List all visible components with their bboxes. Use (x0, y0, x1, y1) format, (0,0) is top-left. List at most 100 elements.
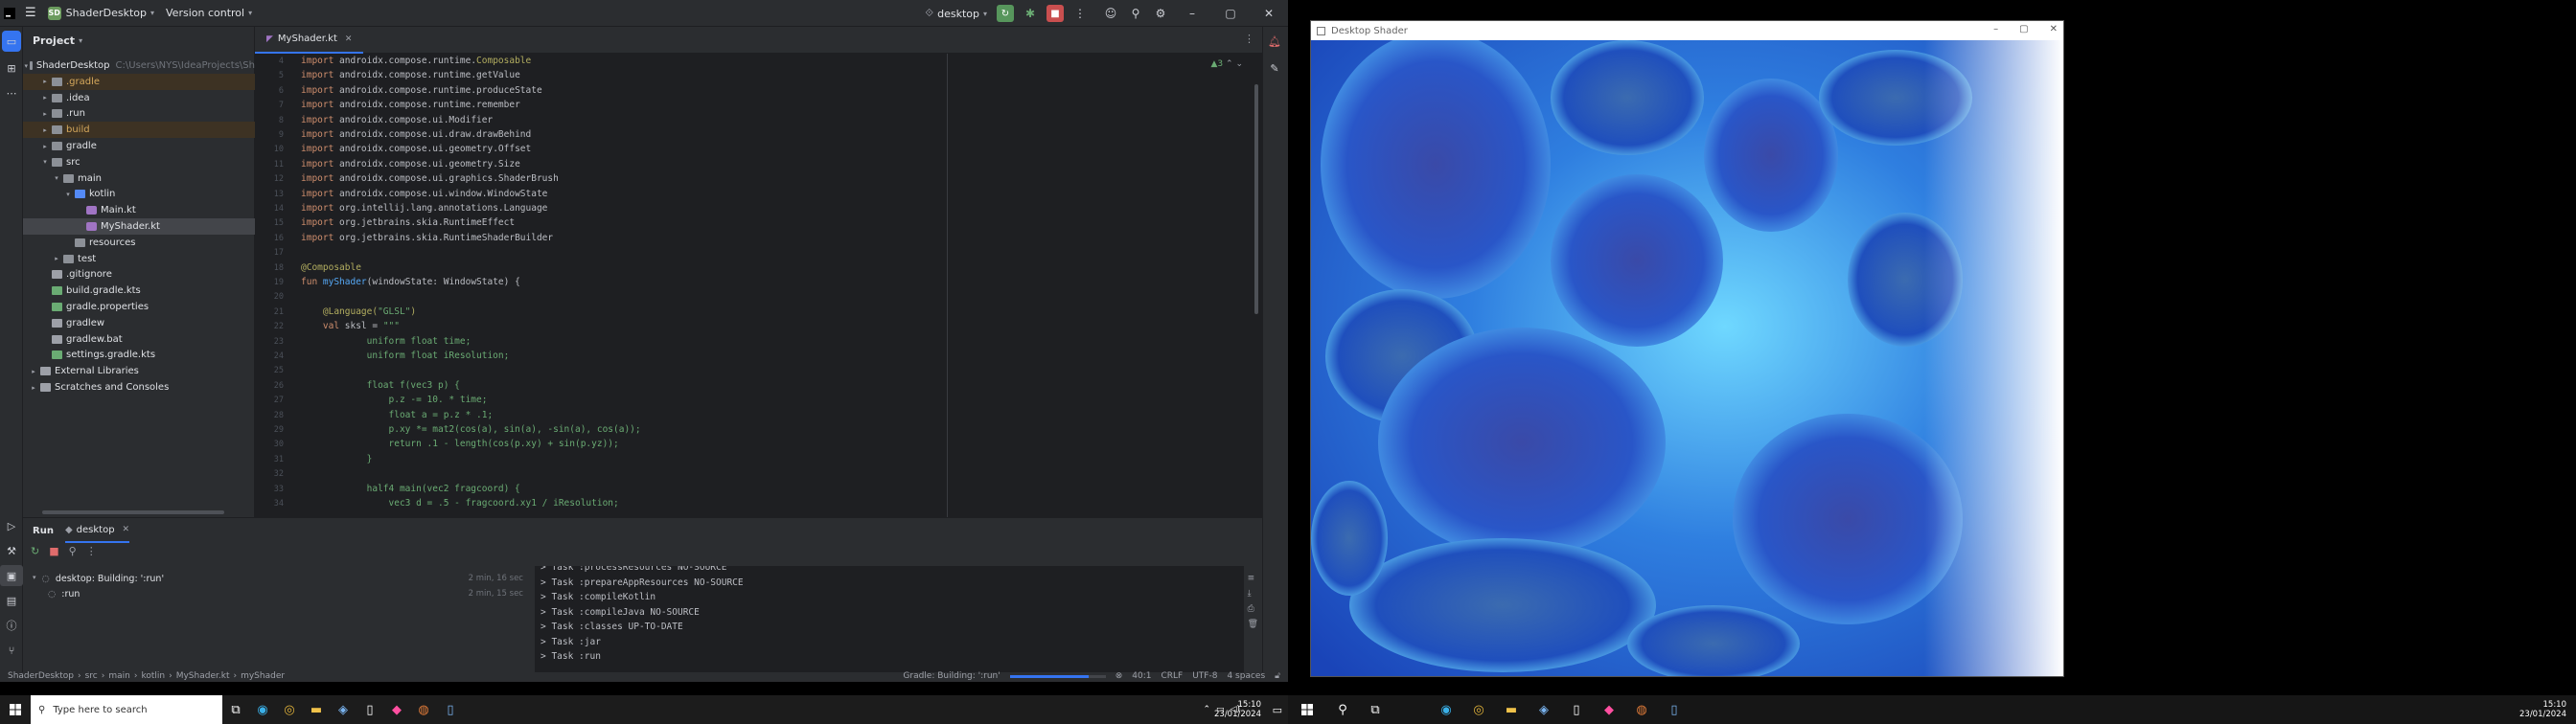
vertical-scrollbar[interactable] (1254, 84, 1258, 314)
debug-icon[interactable]: ✱ (1018, 0, 1043, 27)
close-icon[interactable]: ✕ (1250, 0, 1288, 27)
line-number[interactable]: 11 (274, 160, 284, 170)
wrap-icon[interactable]: ≡ (1248, 574, 1258, 583)
clock-left[interactable]: 15:10 23/01/2024 (1214, 695, 1261, 724)
run-tree-root[interactable]: ▾ ◌ desktop: Building: ':run' (33, 574, 164, 584)
chevron-right-icon[interactable]: ▸ (29, 384, 38, 392)
tray-chevron-icon[interactable]: ⌃ (1204, 705, 1211, 714)
more-actions-icon[interactable]: ⋮ (1068, 0, 1092, 27)
line-number[interactable]: 9 (279, 130, 284, 140)
line-number[interactable]: 31 (274, 455, 284, 464)
tree-item[interactable]: MyShader.kt (23, 218, 255, 235)
shader-canvas[interactable] (1311, 40, 2063, 676)
store-icon[interactable]: ◈ (1528, 696, 1560, 723)
tree-item[interactable]: .gitignore (23, 266, 255, 283)
java-app-icon[interactable]: ◍ (1625, 696, 1658, 723)
more-icon[interactable]: ⋮ (86, 545, 97, 557)
chevron-down-icon[interactable]: ▾ (52, 174, 61, 182)
main-menu-icon[interactable]: ☰ (19, 0, 42, 27)
chevron-right-icon[interactable]: ▸ (40, 143, 50, 150)
stop-button[interactable]: ■ (1043, 0, 1068, 27)
tree-item[interactable]: ▾ src (23, 154, 255, 170)
chevron-right-icon[interactable]: ▸ (52, 255, 61, 262)
intellij-taskbar-icon[interactable]: ◆ (383, 696, 410, 723)
chevron-right-icon[interactable]: ▸ (40, 78, 50, 85)
cancel-progress-icon[interactable]: ⊗ (1116, 671, 1123, 681)
breadcrumb-item[interactable]: ShaderDesktop (8, 671, 74, 681)
tree-item[interactable]: ▸ .gradle (23, 73, 255, 90)
breadcrumb-item[interactable]: myShader (241, 671, 285, 681)
line-separator[interactable]: CRLF (1161, 671, 1183, 681)
document-icon[interactable]: ▯ (1658, 696, 1690, 723)
tree-item[interactable]: gradlew (23, 315, 255, 331)
vcs-menu[interactable]: Version control ▾ (160, 0, 258, 27)
terminal-tool-icon[interactable]: ▤ (0, 590, 23, 611)
project-tool-icon[interactable]: ▭ (2, 31, 21, 52)
tree-item[interactable]: ▾ kotlin (23, 186, 255, 202)
close-tab-icon[interactable]: ✕ (345, 34, 353, 44)
maximize-icon[interactable]: ▢ (1211, 0, 1250, 27)
edge-icon[interactable]: ◉ (249, 696, 276, 723)
run-config-selector[interactable]: ⟐ desktop ▾ (919, 0, 993, 27)
chevron-right-icon[interactable]: ▸ (40, 94, 50, 102)
build-tool-icon[interactable]: ⚒ (0, 540, 23, 561)
file-encoding[interactable]: UTF-8 (1192, 671, 1217, 681)
file-explorer-icon[interactable]: ▬ (303, 696, 330, 723)
tree-item[interactable]: ▸ External Libraries (23, 363, 255, 379)
line-number[interactable]: 17 (274, 248, 284, 258)
chevron-down-icon[interactable]: ▾ (63, 191, 73, 198)
line-number[interactable]: 19 (274, 278, 284, 287)
line-number[interactable]: 14 (274, 204, 284, 214)
line-number[interactable]: 28 (274, 411, 284, 420)
ai-assistant-icon[interactable]: ✎ (1263, 57, 1286, 79)
stop-icon[interactable]: ■ (49, 545, 58, 557)
tree-item[interactable]: ▸ Scratches and Consoles (23, 379, 255, 396)
close-tab-icon[interactable]: ✕ (123, 525, 130, 534)
line-number[interactable]: 29 (274, 425, 284, 435)
tree-item[interactable]: build.gradle.kts (23, 283, 255, 299)
notepad-icon[interactable]: ▯ (1560, 696, 1593, 723)
tree-item[interactable]: gradle.properties (23, 299, 255, 315)
line-number[interactable]: 25 (274, 366, 284, 375)
line-number[interactable]: 32 (274, 469, 284, 479)
tree-item[interactable]: Main.kt (23, 202, 255, 218)
line-number[interactable]: 6 (279, 86, 284, 96)
tab-myshader[interactable]: ◤ MyShader.kt ✕ (255, 27, 364, 54)
document-icon[interactable]: ▯ (437, 696, 464, 723)
run-tool-icon[interactable]: ▷ (0, 515, 23, 536)
line-number[interactable]: 27 (274, 396, 284, 405)
tree-item[interactable]: gradlew.bat (23, 331, 255, 348)
indent-setting[interactable]: 4 spaces (1227, 671, 1265, 681)
rerun-icon[interactable]: ↻ (31, 545, 39, 557)
tree-item[interactable]: ▸ build (23, 122, 255, 139)
line-number[interactable]: 4 (279, 57, 284, 66)
clear-icon[interactable]: 🗑︎ (1248, 620, 1258, 629)
file-explorer-icon[interactable]: ▬ (1495, 696, 1528, 723)
breadcrumb-item[interactable]: main (108, 671, 130, 681)
line-number[interactable]: 21 (274, 307, 284, 317)
chevron-right-icon[interactable]: ▸ (40, 126, 50, 134)
scroll-end-icon[interactable]: ⤓ (1248, 589, 1258, 599)
windows-start-icon[interactable] (1288, 696, 1326, 723)
project-switcher[interactable]: SD ShaderDesktop ▾ (42, 0, 160, 27)
line-number[interactable]: 16 (274, 234, 284, 243)
line-number[interactable]: 10 (274, 145, 284, 154)
console-output[interactable]: > Task :processResources NO-SOURCE > Task… (535, 566, 1244, 673)
notification-center-icon[interactable]: ▭ (1273, 695, 1282, 724)
print-icon[interactable]: ⎙ (1248, 604, 1258, 614)
java-app-icon[interactable]: ◍ (410, 696, 437, 723)
line-number[interactable]: 13 (274, 190, 284, 199)
line-number[interactable]: 8 (279, 116, 284, 125)
line-number[interactable]: 33 (274, 485, 284, 494)
editor-options-icon[interactable]: ⋮ (1244, 33, 1254, 45)
problems-tool-icon[interactable]: ⓘ (0, 615, 23, 636)
chevron-right-icon[interactable]: ▸ (40, 110, 50, 118)
task-view-icon[interactable]: ⧉ (222, 696, 249, 723)
settings-gear-icon[interactable]: ⚙ (1148, 0, 1173, 27)
line-number[interactable]: 26 (274, 381, 284, 391)
line-number[interactable]: 22 (274, 322, 284, 331)
code-with-me-icon[interactable]: ☺ (1098, 0, 1123, 27)
taskbar-search[interactable]: ⚲ Type here to search (31, 695, 222, 724)
edge-icon[interactable]: ◉ (1430, 696, 1462, 723)
chevron-down-icon[interactable]: ▾ (40, 158, 50, 166)
